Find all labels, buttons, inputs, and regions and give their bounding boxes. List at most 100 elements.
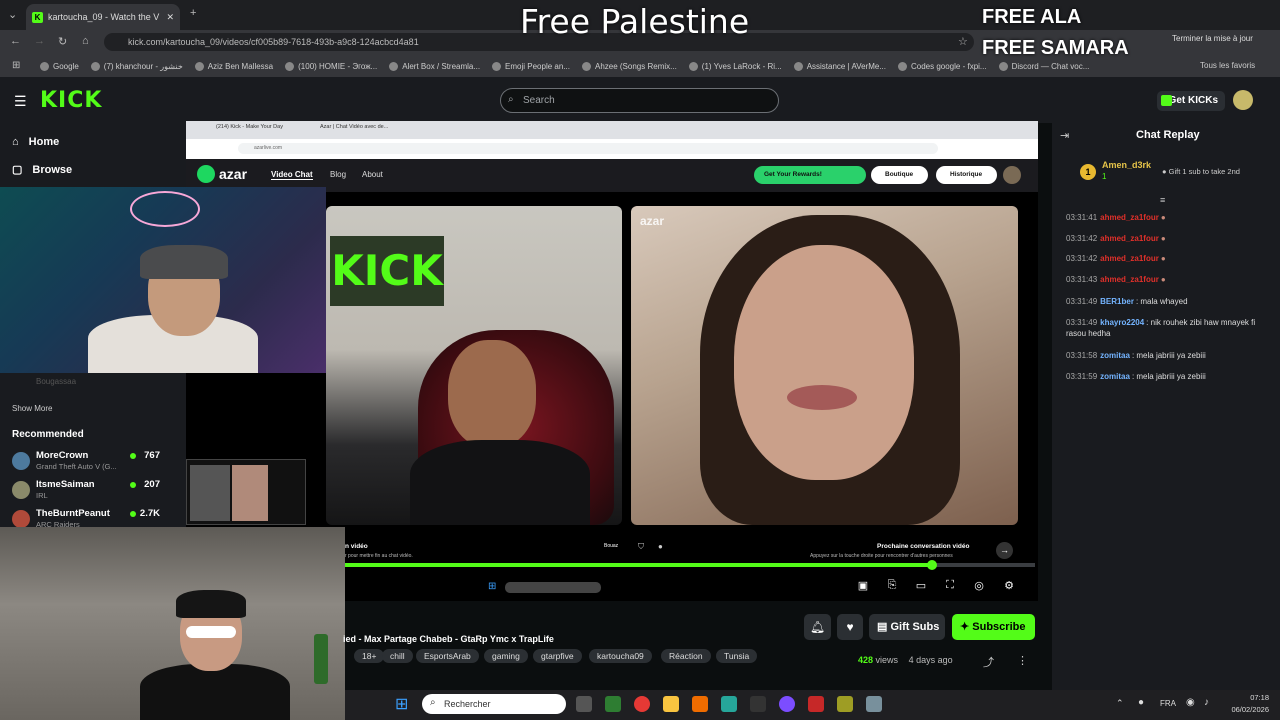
browser-tab-active[interactable]: K kartoucha_09 - Watch the V ✕	[26, 4, 180, 30]
show-more-link[interactable]: Show More	[12, 404, 52, 413]
bookmark-item[interactable]: Google	[40, 61, 79, 71]
tag-chip[interactable]: Tunsia	[716, 649, 758, 663]
theater-mode-icon[interactable]: ▭	[912, 579, 930, 593]
menu-hamburger-icon[interactable]: ☰	[14, 93, 27, 110]
keyboard-language[interactable]: FRA	[1160, 699, 1176, 708]
tag-chip[interactable]: EsportsArab	[416, 649, 479, 663]
bookmark-item[interactable]: Ahzee (Songs Remix...	[581, 61, 677, 71]
chat-username[interactable]: ahmed_za1four	[1100, 275, 1159, 284]
settings-gear-icon[interactable]: ⚙	[1000, 579, 1018, 593]
pip-icon[interactable]: ▣	[854, 579, 872, 593]
chat-username[interactable]: khayro2204	[1100, 318, 1144, 327]
new-tab-icon[interactable]: +	[190, 7, 196, 19]
bookmark-label: (1) Yves LaRock - Ri...	[701, 61, 782, 71]
chat-message: 03:31:41 ahmed_za1four ●	[1066, 212, 1276, 223]
notification-bell-button[interactable]: 🔔︎	[804, 614, 831, 640]
bookmark-item[interactable]: Emoji People an...	[492, 61, 570, 71]
video-progress-handle[interactable]	[927, 560, 937, 570]
volume-icon[interactable]: ♪	[1204, 697, 1209, 708]
share-icon[interactable]: ⤴	[983, 654, 994, 670]
microphone-icon[interactable]: ●	[1138, 697, 1144, 708]
all-bookmarks[interactable]: Tous les favoris	[1200, 61, 1255, 70]
call-controls: Bouaz ⛉ ●	[580, 542, 672, 559]
bookmark-item[interactable]: Alert Box / Streamla...	[389, 61, 480, 71]
viewer-count: 767	[144, 450, 160, 461]
emote-icon: ●	[1160, 254, 1166, 263]
windows-start-icon[interactable]: ⊞	[395, 696, 413, 714]
back-icon[interactable]: ←	[10, 35, 21, 47]
chat-username[interactable]: ahmed_za1four	[1100, 213, 1159, 222]
taskbar-app-icon[interactable]	[837, 696, 853, 712]
clip-icon[interactable]: ⎘	[883, 579, 901, 593]
follow-heart-button[interactable]: ♥	[837, 614, 863, 640]
system-time[interactable]: 07:18	[1225, 693, 1269, 702]
more-options-icon[interactable]: ⋮	[1017, 654, 1028, 667]
chat-username[interactable]: ahmed_za1four	[1100, 254, 1159, 263]
apps-grid-icon[interactable]: ⊞	[12, 60, 20, 71]
bookmark-item[interactable]: Codes google - fxpi...	[897, 61, 987, 71]
bookmark-item[interactable]: Discord — Chat voc...	[998, 61, 1089, 71]
gift-subs-button[interactable]: ▤ Gift Subs	[869, 614, 945, 640]
chat-username[interactable]: ahmed_za1four	[1100, 234, 1159, 243]
home-icon[interactable]: ⌂	[82, 35, 89, 47]
kick-search-input[interactable]: Search	[500, 88, 779, 113]
kick-logo[interactable]: KICK	[40, 88, 102, 113]
taskbar-app-icon[interactable]	[721, 696, 737, 712]
bookmark-star-icon[interactable]: ☆	[958, 35, 968, 48]
gift-prompt[interactable]: ● Gift 1 sub to take 2nd	[1162, 167, 1240, 176]
bookmark-item[interactable]: (7) khanchour - خنشور	[90, 61, 183, 71]
sidebar-item-browse[interactable]: ▢ Browse	[12, 163, 72, 177]
chat-username[interactable]: BER1ber	[1100, 297, 1134, 306]
collapse-chat-icon[interactable]: ⇥	[1060, 129, 1069, 142]
azar-logo-icon	[197, 165, 215, 183]
tag-chip[interactable]: gaming	[484, 649, 528, 663]
bookmark-item[interactable]: Aziz Ben Mallessa	[194, 61, 273, 71]
sunglasses	[186, 626, 236, 638]
taskbar-app-icon[interactable]	[692, 696, 708, 712]
windows-search-input[interactable]: Rechercher	[422, 694, 566, 714]
tab-list-icon[interactable]: ⌄	[8, 8, 17, 21]
bookmark-item[interactable]: Assistance | AVerMe...	[793, 61, 886, 71]
subscribe-button[interactable]: ✦ Subscribe	[952, 614, 1035, 640]
taskbar-app-icon[interactable]	[808, 696, 824, 712]
discord-icon[interactable]	[779, 696, 795, 712]
fullscreen-icon[interactable]: ⛶	[941, 579, 959, 593]
chat-username[interactable]: zomitaa	[1100, 351, 1130, 360]
bookmark-item[interactable]: (1) Yves LaRock - Ri...	[688, 61, 782, 71]
tag-chip[interactable]: kartoucha09	[589, 649, 652, 663]
bookmark-label: (100) HOMIE - Эгож...	[298, 61, 378, 71]
taskbar-app-icon[interactable]	[750, 696, 766, 712]
person-face	[734, 245, 914, 480]
playback-speed-icon[interactable]: ◎	[970, 579, 988, 593]
taskbar-app-icon[interactable]	[605, 696, 621, 712]
tag-chip[interactable]: 18+	[354, 649, 385, 663]
bookmark-item[interactable]: (100) HOMIE - Эгож...	[285, 61, 378, 71]
network-icon[interactable]: ◉	[1186, 697, 1195, 708]
user-avatar[interactable]	[1233, 90, 1253, 110]
settings-gear-icon[interactable]	[866, 696, 882, 712]
avatar	[12, 481, 30, 499]
sidebar-item-home[interactable]: ⌂ Home	[12, 136, 59, 148]
task-view-icon[interactable]	[576, 696, 592, 712]
system-date[interactable]: 06/02/2026	[1225, 705, 1269, 714]
finish-update-button[interactable]: Terminer la mise à jour	[1172, 34, 1253, 43]
bookmark-label: Codes google - fxpi...	[910, 61, 987, 71]
tag-chip[interactable]: gtarpfive	[533, 649, 582, 663]
tab-close-icon[interactable]: ✕	[166, 12, 174, 23]
recommended-channel[interactable]: MoreCrown Grand Theft Auto V (G... 767	[10, 450, 180, 476]
forward-icon[interactable]: →	[34, 35, 45, 47]
video-progress-fill	[345, 563, 932, 567]
report-icon: ⛉	[638, 542, 644, 551]
tag-chip[interactable]: chill	[382, 649, 413, 663]
followed-channel[interactable]: Bougassaa	[36, 377, 76, 386]
file-explorer-icon[interactable]	[663, 696, 679, 712]
tray-chevron-icon[interactable]: ⌃	[1116, 698, 1124, 709]
reload-icon[interactable]: ↻	[58, 35, 67, 48]
chat-username[interactable]: zomitaa	[1100, 372, 1130, 381]
home-icon: ⌂	[12, 136, 19, 148]
tag-chip[interactable]: Réaction	[661, 649, 711, 663]
end-chat-label: n vidéo	[345, 543, 368, 550]
top-gifter-name[interactable]: Amen_d3rk	[1102, 160, 1151, 170]
chrome-icon[interactable]	[634, 696, 650, 712]
recommended-channel[interactable]: ItsmeSaiman IRL 207	[10, 479, 180, 505]
